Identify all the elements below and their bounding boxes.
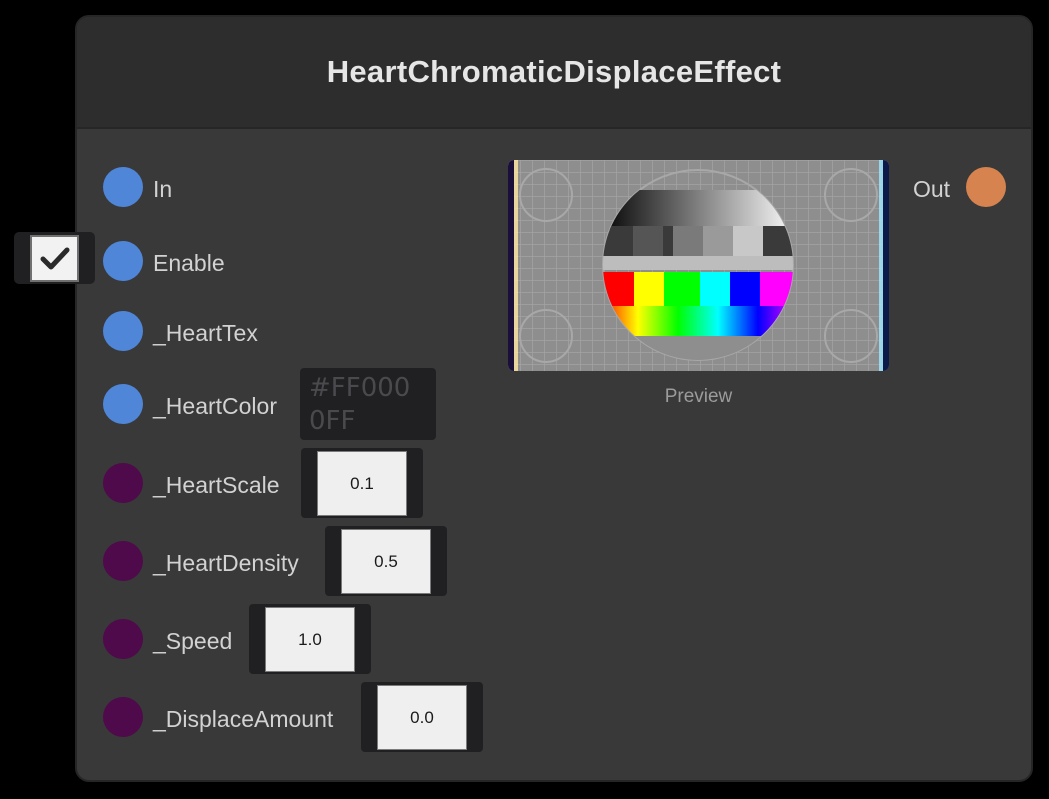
heartdensity-input[interactable]: 0.5 bbox=[341, 529, 431, 594]
port-heartscale[interactable] bbox=[103, 463, 143, 503]
port-label-heartscale: _HeartScale bbox=[153, 472, 280, 498]
preview-label: Preview bbox=[664, 386, 733, 407]
heartcolor-value-line2: 0FF bbox=[309, 406, 356, 436]
heartcolor-value-line1: #FF000 bbox=[309, 373, 411, 403]
check-icon bbox=[40, 247, 69, 269]
test-pattern-image bbox=[508, 160, 889, 371]
port-displaceamount[interactable] bbox=[103, 697, 143, 737]
preview-image bbox=[508, 160, 889, 371]
port-label-out: Out bbox=[913, 176, 951, 202]
port-label-speed: _Speed bbox=[153, 628, 233, 654]
port-heartcolor[interactable] bbox=[103, 384, 143, 424]
port-heartdensity[interactable] bbox=[103, 541, 143, 581]
port-out[interactable] bbox=[966, 167, 1006, 207]
port-label-in: In bbox=[153, 176, 173, 202]
port-speed[interactable] bbox=[103, 619, 143, 659]
port-label-enable: Enable bbox=[153, 250, 225, 276]
port-label-heartdensity: _HeartDensity bbox=[153, 550, 299, 576]
speed-input[interactable]: 1.0 bbox=[265, 607, 355, 672]
displaceamount-input[interactable]: 0.0 bbox=[377, 685, 467, 750]
port-enable[interactable] bbox=[103, 241, 143, 281]
node-title: HeartChromaticDisplaceEffect bbox=[326, 54, 782, 89]
node-header[interactable]: HeartChromaticDisplaceEffect bbox=[77, 17, 1031, 129]
enable-checkbox[interactable] bbox=[30, 235, 79, 282]
port-in[interactable] bbox=[103, 167, 143, 207]
port-label-heartcolor: _HeartColor bbox=[153, 393, 277, 419]
port-hearttex[interactable] bbox=[103, 311, 143, 351]
port-label-hearttex: _HeartTex bbox=[153, 320, 258, 346]
heartscale-input[interactable]: 0.1 bbox=[317, 451, 407, 516]
port-label-displaceamount: _DisplaceAmount bbox=[153, 706, 334, 732]
